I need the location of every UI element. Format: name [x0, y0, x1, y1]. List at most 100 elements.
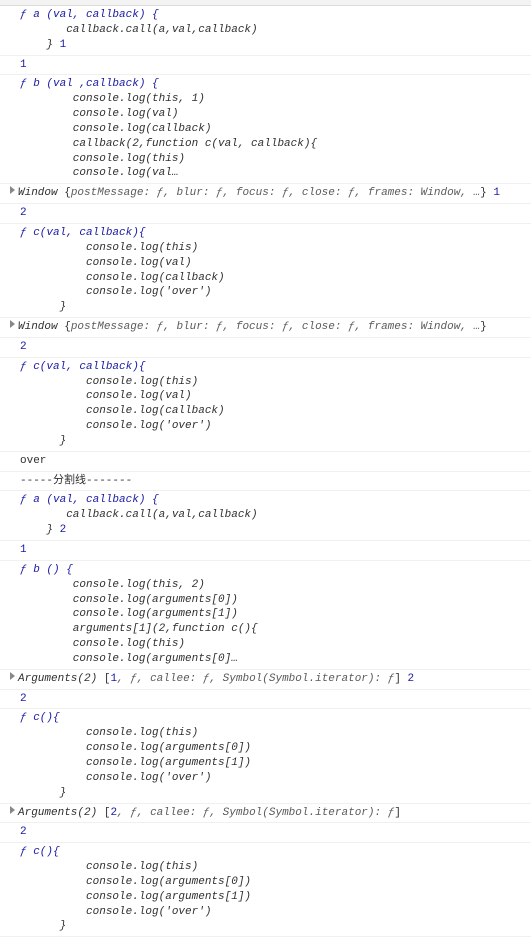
function-keyword: ƒ: [20, 564, 33, 576]
trailing-number: 1: [487, 187, 500, 199]
function-body-line: console.log(callback): [20, 272, 225, 284]
console-entry: ƒ c(){ console.log(this) console.log(arg…: [0, 843, 531, 937]
function-body-line: }: [20, 920, 66, 932]
function-body-line: console.log(this): [20, 727, 198, 739]
trailing-number: 1: [53, 39, 66, 51]
function-body-line: }: [20, 524, 53, 536]
console-entry: ƒ c(){ console.log(this) console.log(arg…: [0, 709, 531, 803]
disclosure-triangle-icon[interactable]: [10, 320, 15, 328]
function-body-line: console.log(arguments[0]…: [20, 653, 238, 665]
function-body-line: callback.call(a,val,callback): [20, 509, 258, 521]
object-preview: callee: ƒ, Symbol(Symbol.iterator): ƒ: [150, 673, 394, 685]
brace-open: {: [64, 187, 71, 199]
console-log: ƒ a (val, callback) { callback.call(a,va…: [0, 6, 531, 937]
console-entry: over: [0, 452, 531, 472]
arg-value: , ƒ,: [117, 807, 150, 819]
function-body-line: console.log(arguments[1]): [20, 891, 251, 903]
console-entry: Window {postMessage: ƒ, blur: ƒ, focus: …: [0, 184, 531, 204]
function-body-line: console.log(this): [20, 153, 185, 165]
function-body-line: console.log('over'): [20, 286, 211, 298]
function-body-line: console.log(this): [20, 242, 198, 254]
function-body-line: callback(2,function c(val, callback){: [20, 138, 317, 150]
numeric-value: 1: [20, 544, 27, 556]
trailing-number: 2: [401, 673, 414, 685]
function-body-line: console.log(this, 1): [20, 93, 205, 105]
function-body-line: console.log(val): [20, 390, 192, 402]
console-entry: -----分割线-------: [0, 472, 531, 492]
console-entry: ƒ a (val, callback) { callback.call(a,va…: [0, 491, 531, 541]
numeric-value: 2: [20, 693, 27, 705]
numeric-value: 2: [20, 341, 27, 353]
bracket-close: ]: [394, 807, 401, 819]
arguments-label[interactable]: Arguments(2): [18, 673, 104, 685]
function-keyword: ƒ: [20, 494, 33, 506]
function-body-line: console.log('over'): [20, 772, 211, 784]
function-body-line: console.log(this, 2): [20, 579, 205, 591]
console-entry: Arguments(2) [1, ƒ, callee: ƒ, Symbol(Sy…: [0, 670, 531, 690]
function-body-line: console.log('over'): [20, 906, 211, 918]
function-keyword: ƒ: [20, 712, 33, 724]
function-body-line: }: [20, 787, 66, 799]
function-keyword: ƒ: [20, 361, 33, 373]
object-preview: postMessage: ƒ, blur: ƒ, focus: ƒ, close…: [71, 187, 480, 199]
brace-close: }: [480, 321, 487, 333]
function-body-line: console.log(this): [20, 638, 185, 650]
trailing-number: 2: [53, 524, 66, 536]
arg-value: 2: [110, 807, 117, 819]
object-name[interactable]: Window: [18, 321, 64, 333]
text-value: -----分割线-------: [20, 475, 132, 487]
function-body-line: console.log(arguments[1]): [20, 757, 251, 769]
function-keyword: ƒ: [20, 78, 33, 90]
function-signature: c(val, callback){: [33, 361, 145, 373]
object-name[interactable]: Window: [18, 187, 64, 199]
function-body-line: arguments[1](2,function c(){: [20, 623, 258, 635]
console-entry: ƒ a (val, callback) { callback.call(a,va…: [0, 6, 531, 56]
function-body-line: console.log(this): [20, 376, 198, 388]
bracket-close: ]: [394, 673, 401, 685]
console-entry: ƒ c(val, callback){ console.log(this) co…: [0, 224, 531, 318]
console-entry: 1: [0, 56, 531, 76]
console-entry: Window {postMessage: ƒ, blur: ƒ, focus: …: [0, 318, 531, 338]
disclosure-triangle-icon[interactable]: [10, 806, 15, 814]
function-body-line: console.log(arguments[0]): [20, 742, 251, 754]
function-body-line: console.log(callback): [20, 123, 211, 135]
function-body-line: callback.call(a,val,callback): [20, 24, 258, 36]
disclosure-triangle-icon[interactable]: [10, 672, 15, 680]
console-entry: 1: [0, 541, 531, 561]
arguments-label[interactable]: Arguments(2): [18, 807, 104, 819]
console-entry: 2: [0, 823, 531, 843]
function-body-line: console.log(arguments[0]): [20, 876, 251, 888]
console-entry: ƒ b (val ,callback) { console.log(this, …: [0, 75, 531, 184]
function-body-line: console.log('over'): [20, 420, 211, 432]
function-signature: c(){: [33, 846, 59, 858]
console-entry: 2: [0, 204, 531, 224]
function-signature: a (val, callback) {: [33, 494, 158, 506]
numeric-value: 2: [20, 826, 27, 838]
brace-close: }: [480, 187, 487, 199]
numeric-value: 1: [20, 59, 27, 71]
function-body-line: console.log(val…: [20, 167, 178, 179]
bracket-open: [: [104, 807, 111, 819]
object-preview: postMessage: ƒ, blur: ƒ, focus: ƒ, close…: [71, 321, 480, 333]
function-body-line: console.log(this): [20, 861, 198, 873]
function-body-line: console.log(arguments[0]): [20, 594, 238, 606]
console-entry: 2: [0, 690, 531, 710]
disclosure-triangle-icon[interactable]: [10, 186, 15, 194]
function-body-line: console.log(val): [20, 257, 192, 269]
function-body-line: }: [20, 301, 66, 313]
function-signature: c(){: [33, 712, 59, 724]
object-preview: callee: ƒ, Symbol(Symbol.iterator): ƒ: [150, 807, 394, 819]
console-entry: Arguments(2) [2, ƒ, callee: ƒ, Symbol(Sy…: [0, 804, 531, 824]
numeric-value: 2: [20, 207, 27, 219]
console-entry: ƒ c(val, callback){ console.log(this) co…: [0, 358, 531, 452]
function-signature: b () {: [33, 564, 73, 576]
brace-open: {: [64, 321, 71, 333]
function-body-line: console.log(val): [20, 108, 178, 120]
console-entry: 2: [0, 338, 531, 358]
function-keyword: ƒ: [20, 9, 33, 21]
function-signature: b (val ,callback) {: [33, 78, 158, 90]
text-value: over: [20, 455, 46, 467]
function-body-line: }: [20, 435, 66, 447]
arg-value: , ƒ,: [117, 673, 150, 685]
function-signature: a (val, callback) {: [33, 9, 158, 21]
